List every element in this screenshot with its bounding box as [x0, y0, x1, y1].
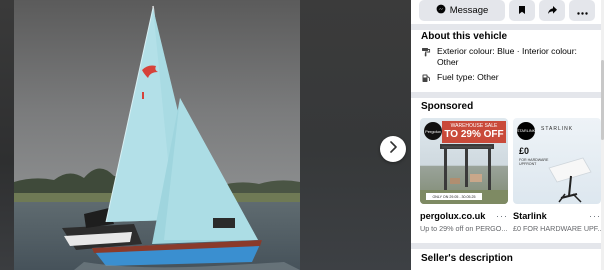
- ad-image[interactable]: STARLINK STARLINK £0 FOR HARDWARE UPFRON…: [513, 118, 601, 204]
- divider: [411, 92, 601, 98]
- ad-strip: ONLY ON 29.05 - 30.05.25: [426, 193, 482, 200]
- bookmark-icon: [518, 2, 526, 20]
- ad-description: £0 FOR HARDWARE UPF...: [513, 224, 601, 233]
- listing-photo: [14, 0, 300, 270]
- satellite-dish-graphic: [548, 157, 592, 203]
- ad-card[interactable]: STARLINK STARLINK £0 FOR HARDWARE UPFRON…: [513, 118, 601, 233]
- ad-banner: WAREHOUSE SALE TO 29% OFF: [442, 121, 506, 143]
- message-button-label: Message: [449, 5, 489, 16]
- ad-advertiser-name[interactable]: Starlink: [513, 211, 547, 221]
- ad-image[interactable]: Pergolux WAREHOUSE SALE TO 29% OFF ONLY …: [420, 118, 508, 204]
- detail-colour-text: Exterior colour: Blue · Interior colour:…: [437, 46, 577, 67]
- detail-colour: Exterior colour: Blue · Interior colour:…: [421, 46, 591, 67]
- paint-icon: [421, 47, 431, 57]
- ad-advertiser-name[interactable]: pergolux.co.uk: [420, 211, 485, 221]
- ad-name-row: Starlink ···: [513, 211, 601, 221]
- fuel-icon: [421, 73, 431, 83]
- photo-backdrop-right: [300, 0, 411, 270]
- divider: [411, 24, 601, 30]
- next-photo-button[interactable]: [380, 136, 406, 162]
- pergolux-logo: Pergolux: [424, 122, 442, 140]
- ad-more-button[interactable]: ···: [496, 211, 508, 221]
- ad-name-row: pergolux.co.uk ···: [420, 211, 508, 221]
- sponsored-ads: Pergolux WAREHOUSE SALE TO 29% OFF ONLY …: [420, 118, 601, 233]
- action-bar: Message: [419, 0, 595, 22]
- messenger-icon: [436, 4, 446, 17]
- more-icon: [576, 2, 588, 20]
- ad-description: Up to 29% off on PERGO...: [420, 224, 508, 233]
- ad-banner-main: TO 29% OFF: [444, 129, 504, 140]
- ad-more-button[interactable]: ···: [589, 211, 601, 221]
- save-button[interactable]: [509, 0, 535, 21]
- listing-details-panel: Message About this vehicle Exterior colo…: [411, 0, 604, 270]
- seller-description-title: Seller's description: [421, 253, 513, 264]
- chevron-right-icon: [388, 140, 398, 158]
- share-button[interactable]: [539, 0, 565, 21]
- photo-backdrop-left: [0, 0, 14, 270]
- photo-viewer: [0, 0, 411, 270]
- about-section-title: About this vehicle: [421, 31, 508, 42]
- message-button[interactable]: Message: [419, 0, 505, 21]
- detail-fuel: Fuel type: Other: [421, 72, 591, 83]
- more-options-button[interactable]: [569, 0, 595, 21]
- sponsored-title: Sponsored: [421, 101, 474, 112]
- ad-card[interactable]: Pergolux WAREHOUSE SALE TO 29% OFF ONLY …: [420, 118, 508, 233]
- detail-fuel-text: Fuel type: Other: [437, 72, 499, 82]
- divider: [411, 243, 601, 249]
- share-icon: [547, 2, 558, 20]
